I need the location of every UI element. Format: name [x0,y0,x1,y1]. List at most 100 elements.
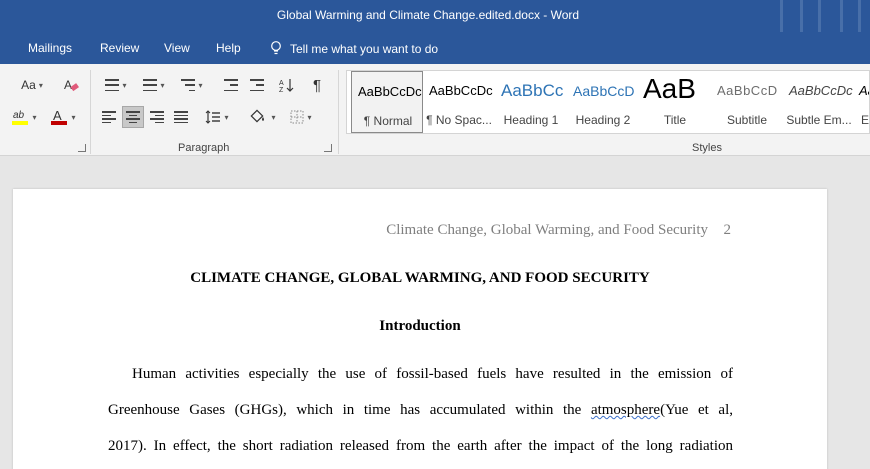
style-heading-1[interactable]: AaBbCc Heading 1 [495,71,567,133]
align-right-icon [150,111,164,123]
shading-button[interactable]: ▾ [246,106,280,128]
svg-text:Z: Z [279,87,284,93]
chevron-down-icon: ▾ [160,80,165,90]
style-name: E [861,113,870,127]
line-text: Greenhouse Gases (GHGs), which in time h… [108,402,591,418]
align-center-icon [126,111,140,123]
section-heading: Introduction [379,318,461,334]
paint-bucket-icon [250,109,265,123]
document-title: CLIMATE CHANGE, GLOBAL WARMING, AND FOOD… [190,270,650,286]
spellcheck-word[interactable]: atmosphere [591,402,660,418]
style-no-spacing[interactable]: AaBbCcDc ¶ No Spac... [423,71,495,133]
chevron-down-icon: ▾ [32,112,37,122]
style-preview: AaB [643,73,696,104]
tab-review[interactable]: Review [100,41,139,55]
style-emphasis[interactable]: Aa E [855,71,870,133]
show-formatting-marks-button[interactable]: ¶ [306,74,328,96]
multilevel-list-button[interactable]: ▾ [176,74,208,96]
title-bar-pattern [770,0,870,32]
sort-button[interactable]: A Z [276,74,298,96]
tell-me-search[interactable]: Tell me what you want to do [270,41,438,56]
justify-icon [174,111,188,123]
style-preview: Aa [859,83,869,98]
paragraph-dialog-launcher[interactable] [324,144,332,152]
running-header: Climate Change, Global Warming, and Food… [386,222,708,238]
paragraph-line: Human activities especially the use of f… [132,366,733,382]
document-canvas: Climate Change, Global Warming, and Food… [0,157,870,469]
svg-text:A: A [279,80,284,87]
align-center-button[interactable] [122,106,144,128]
ribbon: Aa ▾ A ab ▾ A ▾ ▾ ▾ ▾ A Z ¶ ▾ ▾ ▾ Paragr… [0,64,870,156]
highlight-color-button[interactable]: ab ▾ [6,106,42,128]
svg-text:ab: ab [13,110,25,121]
group-divider [338,70,339,154]
style-preview: AaBbCc [501,81,564,100]
paragraph-group-label: Paragraph [178,142,230,154]
line-text: (Yue et al, [660,402,733,418]
style-name: Subtle Em... [786,113,852,127]
pilcrow-icon: ¶ [312,76,322,94]
tab-mailings[interactable]: Mailings [28,41,72,55]
style-title[interactable]: AaB Title [639,71,711,133]
sort-icon: A Z [279,79,294,93]
styles-group-label: Styles [692,142,722,154]
tab-view[interactable]: View [164,41,190,55]
borders-button[interactable]: ▾ [284,106,318,128]
highlighter-icon: ab [12,110,29,125]
style-preview: AaBbCcDc [789,83,853,98]
increase-indent-button[interactable] [246,74,268,96]
bullets-button[interactable]: ▾ [100,74,132,96]
change-case-label: Aa [21,78,36,92]
align-right-button[interactable] [146,106,168,128]
page-number: 2 [723,222,732,238]
align-left-button[interactable] [98,106,120,128]
borders-icon [290,110,304,124]
style-subtle-emphasis[interactable]: AaBbCcDc Subtle Em... [783,71,855,133]
group-divider [90,70,91,154]
tab-help[interactable]: Help [216,41,241,55]
decrease-indent-icon [224,79,238,91]
paragraph-line: 2017). In effect, the short radiation re… [108,438,733,454]
tell-me-label: Tell me what you want to do [290,41,439,56]
increase-indent-icon [250,79,264,91]
chevron-down-icon: ▾ [307,112,312,122]
svg-text:A: A [64,78,72,92]
style-name: Heading 2 [575,113,631,127]
font-dialog-launcher[interactable] [78,144,86,152]
decrease-indent-button[interactable] [220,74,242,96]
style-normal[interactable]: AaBbCcDc ¶ Normal [351,71,423,133]
numbering-button[interactable]: ▾ [138,74,170,96]
chevron-down-icon: ▾ [198,80,203,90]
styles-gallery: AaBbCcDc ¶ Normal AaBbCcDc ¶ No Spac... … [346,70,870,134]
style-preview: AaBbCcD [717,83,778,98]
style-name: ¶ No Spac... [426,113,492,127]
ribbon-tabs: Mailings Review View Help Tell me what y… [0,32,870,64]
svg-text:A: A [53,108,62,123]
window-title: Global Warming and Climate Change.edited… [276,8,580,22]
line-spacing-icon [206,110,221,124]
clear-formatting-button[interactable]: A [60,74,82,96]
line-spacing-button[interactable]: ▾ [200,106,234,128]
chevron-down-icon: ▾ [224,112,229,122]
change-case-button[interactable]: Aa ▾ [14,74,50,96]
bullets-icon [105,79,120,91]
chevron-down-icon: ▾ [271,112,276,122]
font-color-button[interactable]: A ▾ [46,106,80,128]
style-preview: AaBbCcD [573,83,635,99]
style-name: Title [663,113,687,127]
style-heading-2[interactable]: AaBbCcD Heading 2 [567,71,639,133]
font-color-icon: A [51,108,68,125]
style-preview: AaBbCcDc [358,84,422,99]
chevron-down-icon: ▾ [38,80,43,90]
document-page[interactable]: Climate Change, Global Warming, and Food… [13,189,827,469]
style-subtitle[interactable]: AaBbCcD Subtitle [711,71,783,133]
title-bar: Global Warming and Climate Change.edited… [0,0,870,32]
style-name: Subtitle [726,113,768,127]
chevron-down-icon: ▾ [122,80,127,90]
style-preview: AaBbCcDc [429,83,493,98]
chevron-down-icon: ▾ [71,112,76,122]
clear-formatting-icon: A [64,78,79,92]
justify-button[interactable] [170,106,192,128]
align-left-icon [102,111,116,123]
style-name: Heading 1 [503,113,559,127]
